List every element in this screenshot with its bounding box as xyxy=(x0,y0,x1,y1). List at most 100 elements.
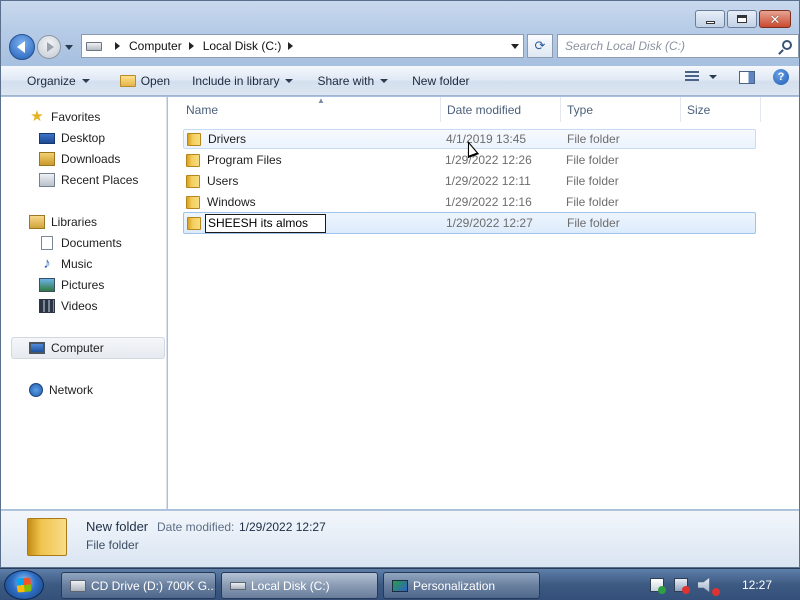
maximize-button[interactable] xyxy=(727,10,757,28)
taskbar-item-personalization[interactable]: Personalization xyxy=(383,572,540,599)
file-name: Users xyxy=(207,174,239,188)
open-button[interactable]: Open xyxy=(112,69,178,93)
new-folder-button[interactable]: New folder xyxy=(404,69,477,93)
chevron-down-icon xyxy=(285,78,294,83)
nav-item-pictures[interactable]: Pictures xyxy=(39,275,104,295)
desktop-icon xyxy=(39,132,55,144)
nav-item-music[interactable]: ♪ Music xyxy=(39,254,92,274)
chevron-down-icon xyxy=(380,78,389,83)
sort-ascending-icon: ▲ xyxy=(317,96,325,105)
libraries-icon xyxy=(29,215,45,229)
action-center-icon[interactable] xyxy=(650,578,666,594)
file-type: File folder xyxy=(567,216,620,230)
nav-item-recent-places[interactable]: Recent Places xyxy=(39,170,138,190)
address-dropdown-icon[interactable] xyxy=(511,44,519,49)
address-bar[interactable]: Computer Local Disk (C:) xyxy=(81,34,524,58)
taskbar-item-local-disk[interactable]: Local Disk (C:) xyxy=(221,572,378,599)
nav-item-documents[interactable]: Documents xyxy=(39,233,122,253)
help-glyph: ? xyxy=(777,71,785,83)
column-header-label: Type xyxy=(567,102,594,117)
organize-label: Organize xyxy=(27,73,76,88)
nav-item-label: Computer xyxy=(51,341,104,355)
file-date: 1/29/2022 12:11 xyxy=(445,174,531,188)
folder-icon xyxy=(186,153,200,167)
maximize-icon xyxy=(737,15,747,23)
open-icon xyxy=(119,74,136,87)
details-item-type: File folder xyxy=(86,538,139,552)
column-header-name[interactable]: Name ▲ xyxy=(180,96,441,122)
breadcrumb-computer[interactable]: Computer xyxy=(129,39,182,53)
file-date: 1/29/2022 12:27 xyxy=(446,216,533,230)
table-row[interactable]: Users 1/29/2022 12:11 File folder xyxy=(183,171,756,191)
help-icon[interactable]: ? xyxy=(773,69,789,85)
file-name: Windows xyxy=(207,195,256,209)
view-options-dropdown[interactable] xyxy=(709,75,717,79)
folder-icon xyxy=(187,216,201,230)
recent-pages-dropdown[interactable] xyxy=(65,44,73,50)
nav-item-favorites[interactable]: ★ Favorites xyxy=(29,107,100,127)
close-button[interactable]: ✕ xyxy=(759,10,791,28)
rename-input[interactable]: SHEESH its almos xyxy=(205,213,326,233)
search-input[interactable]: Search Local Disk (C:) xyxy=(557,34,799,58)
nav-item-label: Libraries xyxy=(51,215,98,229)
minimize-button[interactable] xyxy=(695,10,725,28)
taskbar: CD Drive (D:) 700K G... Local Disk (C:) … xyxy=(0,568,800,600)
breadcrumb-separator-icon[interactable] xyxy=(188,42,194,50)
network-icon xyxy=(29,383,43,397)
change-view-icon[interactable] xyxy=(685,71,699,83)
taskbar-item-label: Local Disk (C:) xyxy=(251,578,330,593)
share-with-button[interactable]: Share with xyxy=(309,69,396,93)
nav-item-label: Desktop xyxy=(61,131,106,145)
nav-item-label: Downloads xyxy=(61,152,121,166)
clock[interactable]: 12:27 xyxy=(742,578,772,592)
close-icon: ✕ xyxy=(769,11,781,27)
taskbar-item-cd-drive[interactable]: CD Drive (D:) 700K G... xyxy=(61,572,216,599)
computer-icon xyxy=(29,342,45,354)
nav-item-videos[interactable]: Videos xyxy=(39,296,97,316)
network-status-icon[interactable] xyxy=(674,578,690,594)
personalization-icon xyxy=(392,579,408,592)
include-in-library-button[interactable]: Include in library xyxy=(184,69,301,93)
breadcrumb-separator-icon[interactable] xyxy=(288,42,294,50)
nav-item-label: Documents xyxy=(61,236,122,250)
organize-button[interactable]: Organize xyxy=(19,69,98,93)
music-icon: ♪ xyxy=(43,255,51,272)
details-item-name: New folder xyxy=(86,519,149,534)
navigation-row: Computer Local Disk (C:) ⟳ Search Local … xyxy=(9,34,799,60)
nav-item-label: Pictures xyxy=(61,278,105,292)
file-type: File folder xyxy=(567,132,620,146)
column-header-type[interactable]: Type xyxy=(561,97,681,122)
search-placeholder: Search Local Disk (C:) xyxy=(565,39,686,53)
start-button[interactable] xyxy=(4,570,44,600)
nav-item-downloads[interactable]: Downloads xyxy=(39,149,120,169)
file-name: Drivers xyxy=(208,132,246,146)
volume-muted-icon[interactable] xyxy=(698,578,720,596)
breadcrumb-local-disk[interactable]: Local Disk (C:) xyxy=(203,39,282,53)
table-row[interactable]: Windows 1/29/2022 12:16 File folder xyxy=(183,192,756,212)
search-icon[interactable] xyxy=(782,40,792,50)
breadcrumb-separator-icon[interactable] xyxy=(115,42,120,50)
folder-large-icon xyxy=(27,518,67,556)
details-pane: New folder Date modified: 1/29/2022 12:2… xyxy=(1,510,799,567)
column-header-date-modified[interactable]: Date modified xyxy=(441,97,561,122)
back-button[interactable] xyxy=(9,34,35,60)
preview-pane-icon[interactable] xyxy=(739,70,755,84)
column-header-label: Date modified xyxy=(447,102,522,117)
star-icon: ★ xyxy=(30,108,44,125)
table-row-selected[interactable]: SHEESH its almos 1/29/2022 12:27 File fo… xyxy=(183,212,756,234)
nav-item-network[interactable]: Network xyxy=(29,380,93,400)
nav-item-libraries[interactable]: Libraries xyxy=(29,212,97,232)
drive-icon xyxy=(230,581,246,590)
minimize-icon xyxy=(705,20,715,24)
nav-item-computer[interactable]: Computer xyxy=(29,338,104,358)
forward-button[interactable] xyxy=(37,35,61,59)
refresh-button[interactable]: ⟳ xyxy=(527,34,553,58)
nav-item-desktop[interactable]: Desktop xyxy=(39,128,105,148)
nav-item-label: Recent Places xyxy=(61,173,139,187)
column-header-size[interactable]: Size xyxy=(681,97,761,122)
column-header-label: Size xyxy=(687,102,711,117)
file-list: Name ▲ Date modified Type Size Drivers 4/… xyxy=(168,96,799,509)
file-date: 1/29/2022 12:26 xyxy=(445,153,532,167)
nav-item-label: Network xyxy=(49,383,94,397)
window-controls: ✕ xyxy=(695,10,791,28)
